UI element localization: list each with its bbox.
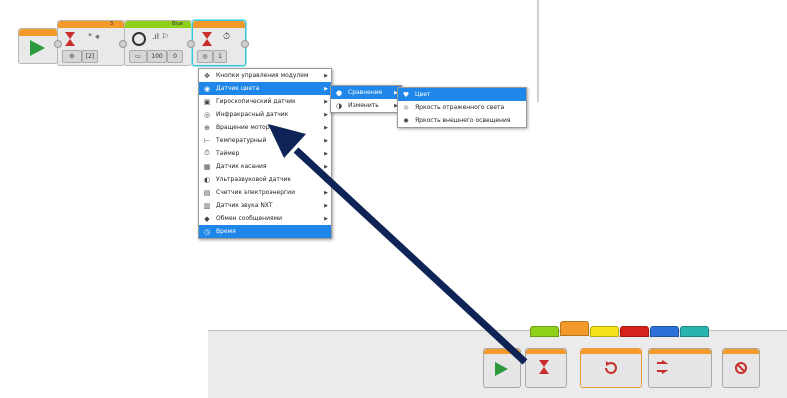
pointer-arrow (268, 124, 528, 365)
